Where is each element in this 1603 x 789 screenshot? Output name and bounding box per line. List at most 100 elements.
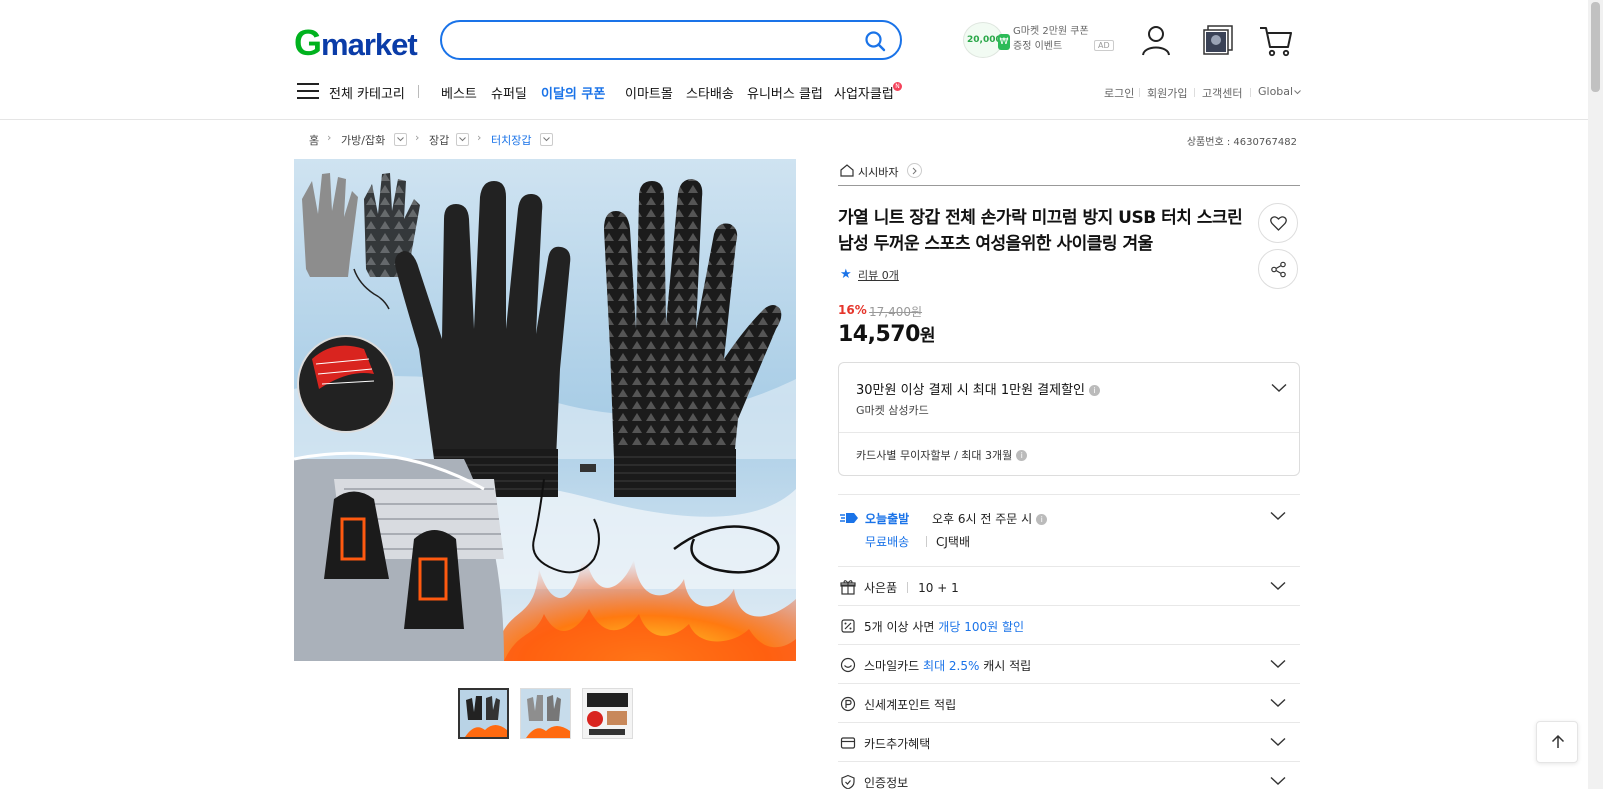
thumbnail-3[interactable] — [582, 688, 633, 739]
scrollbar[interactable] — [1588, 0, 1603, 789]
gift-row[interactable]: 사은품 10 + 1 — [838, 566, 1300, 605]
product-number: 상품번호 : 4630767482 — [1186, 137, 1297, 148]
share-icon — [1271, 261, 1286, 278]
chevron-down-icon[interactable] — [1270, 737, 1286, 747]
chevron-down-icon — [459, 137, 466, 142]
breadcrumb-touch-gloves[interactable]: 터치장갑 — [491, 132, 531, 148]
breadcrumb-bags[interactable]: 가방/잡화 — [341, 132, 385, 148]
coupon-tag-icon: ₩ — [998, 34, 1010, 50]
bulk-discount-row: 5개 이상 사면 개당 100원 할인 — [838, 605, 1300, 644]
shipping-row[interactable]: 오늘출발 오후 6시 전 주문 시i 무료배송 CJ택배 — [838, 494, 1300, 564]
product-title: 가열 니트 장갑 전체 손가락 미끄럼 방지 USB 터치 스크린 남성 두꺼운… — [838, 208, 1243, 254]
gmarket-logo[interactable]: Gmarket — [294, 22, 418, 64]
heart-icon — [1270, 216, 1287, 231]
util-divider — [1250, 88, 1251, 97]
product-photo — [294, 159, 796, 661]
card-discount-title: 30만원 이상 결제 시 최대 1만원 결제할인 i — [856, 379, 1101, 398]
thumbnail-1[interactable] — [458, 688, 509, 739]
info-icon[interactable]: i — [1036, 514, 1048, 525]
thumbnail-image — [583, 689, 632, 738]
chevron-right-icon — [912, 167, 917, 175]
all-category-button[interactable]: 전체 카테고리 — [329, 83, 405, 102]
smile-card-row[interactable]: 스마일카드 최대 2.5% 캐시 적립 — [838, 644, 1300, 683]
credit-card-icon — [840, 737, 856, 749]
card-extra-benefit-label: 카드추가혜택 — [864, 737, 931, 751]
util-divider — [1139, 88, 1140, 97]
shipping-fee: 무료배송 — [865, 535, 910, 549]
thumbnail-image — [521, 689, 570, 738]
dispatch-cutoff: 오후 6시 전 주문 시i — [932, 510, 1048, 527]
nav-item-emart-mall[interactable]: 이마트몰 — [625, 83, 673, 102]
search-input[interactable] — [460, 30, 840, 50]
card-extra-benefit-row[interactable]: 카드추가혜택 — [838, 722, 1300, 761]
header: Gmarket 20,000 ₩ G마켓 2만원 쿠폰 증정 이벤트 AD 전체… — [0, 0, 1588, 120]
scrollbar-thumb[interactable] — [1591, 2, 1600, 92]
nav-item-best[interactable]: 베스트 — [441, 83, 477, 102]
new-badge: N — [893, 82, 902, 91]
shinsegae-point-row[interactable]: 신세계포인트 적립 — [838, 683, 1300, 722]
arrow-up-icon — [1551, 734, 1565, 748]
chevron-down-icon[interactable] — [1270, 776, 1286, 786]
breadcrumb-dropdown[interactable] — [456, 133, 469, 146]
main-product-image[interactable] — [294, 159, 796, 661]
global-link[interactable]: Global — [1258, 85, 1293, 98]
chevron-down-icon[interactable] — [1271, 383, 1287, 393]
wishlist-button[interactable] — [1258, 203, 1298, 243]
customer-center-link[interactable]: 고객센터 — [1202, 85, 1242, 101]
nav-item-universe-club[interactable]: 유니버스 클럽 — [747, 83, 823, 102]
store-arrow-button[interactable] — [907, 163, 922, 178]
page: Gmarket 20,000 ₩ G마켓 2만원 쿠폰 증정 이벤트 AD 전체… — [0, 0, 1603, 789]
star-icon: ★ — [840, 267, 852, 282]
original-price: 17,400원 — [869, 305, 923, 319]
thumbnail-2[interactable] — [520, 688, 571, 739]
chevron-down-icon[interactable] — [1270, 511, 1286, 521]
today-dispatch-badge: 오늘출발 — [865, 512, 910, 526]
nav-item-monthly-coupon[interactable]: 이달의 쿠폰 — [541, 83, 605, 102]
breadcrumb-dropdown[interactable] — [540, 133, 553, 146]
certification-row[interactable]: 인증정보 — [838, 761, 1300, 789]
coupon-promo-banner[interactable]: 20,000 ₩ G마켓 2만원 쿠폰 증정 이벤트 — [963, 20, 1113, 60]
shipping-divider — [926, 536, 927, 547]
menu-icon[interactable] — [297, 82, 319, 100]
point-icon — [840, 696, 856, 712]
info-icon[interactable]: i — [1089, 385, 1101, 396]
smile-card-icon — [840, 657, 856, 673]
sale-price: 14,570원 — [838, 322, 936, 347]
review-link[interactable]: 리뷰 0개 — [858, 267, 899, 283]
chevron-down-icon[interactable] — [1270, 698, 1286, 708]
chevron-down-icon[interactable] — [1270, 581, 1286, 591]
discount-rate: 16% — [838, 303, 867, 317]
nav-divider — [418, 85, 419, 98]
chevron-down-icon — [543, 137, 550, 142]
card-box-divider — [839, 432, 1299, 433]
signup-link[interactable]: 회원가입 — [1147, 85, 1187, 101]
home-store-icon — [840, 164, 854, 177]
scroll-to-top-button[interactable] — [1536, 721, 1578, 763]
store-divider — [838, 185, 1300, 186]
ad-badge: AD — [1094, 40, 1114, 51]
installment-info: 카드사별 무이자할부 / 최대 3개월 i — [856, 447, 1028, 463]
user-icon[interactable] — [1138, 22, 1174, 58]
nav-item-star-delivery[interactable]: 스타배송 — [686, 83, 734, 102]
share-button[interactable] — [1258, 249, 1298, 289]
nav-item-superdeal[interactable]: 슈퍼딜 — [491, 83, 527, 102]
chevron-down-icon[interactable] — [1270, 659, 1286, 669]
nav-item-business-club[interactable]: 사업자클럽 — [834, 83, 894, 102]
fast-delivery-icon — [840, 513, 858, 523]
breadcrumb-home[interactable]: 홈 — [309, 132, 319, 148]
search-icon[interactable] — [864, 30, 886, 52]
recent-view-icon[interactable] — [1200, 22, 1236, 58]
info-icon[interactable]: i — [1016, 450, 1028, 461]
login-link[interactable]: 로그인 — [1104, 85, 1134, 101]
card-discount-box[interactable]: 30만원 이상 결제 시 최대 1만원 결제할인 i G마켓 삼성카드 카드사별 … — [838, 362, 1300, 476]
cart-icon[interactable] — [1258, 22, 1294, 58]
breadcrumb-dropdown[interactable] — [394, 133, 407, 146]
chevron-down-icon — [397, 137, 404, 142]
certification-label: 인증정보 — [864, 776, 909, 789]
util-divider — [1194, 88, 1195, 97]
breadcrumb-arrow-icon: › — [415, 131, 420, 144]
gift-icon — [840, 580, 856, 595]
shinsegae-point-label: 신세계포인트 적립 — [864, 698, 957, 712]
shipping-carrier: CJ택배 — [936, 535, 970, 549]
breadcrumb-gloves[interactable]: 장갑 — [429, 132, 449, 148]
